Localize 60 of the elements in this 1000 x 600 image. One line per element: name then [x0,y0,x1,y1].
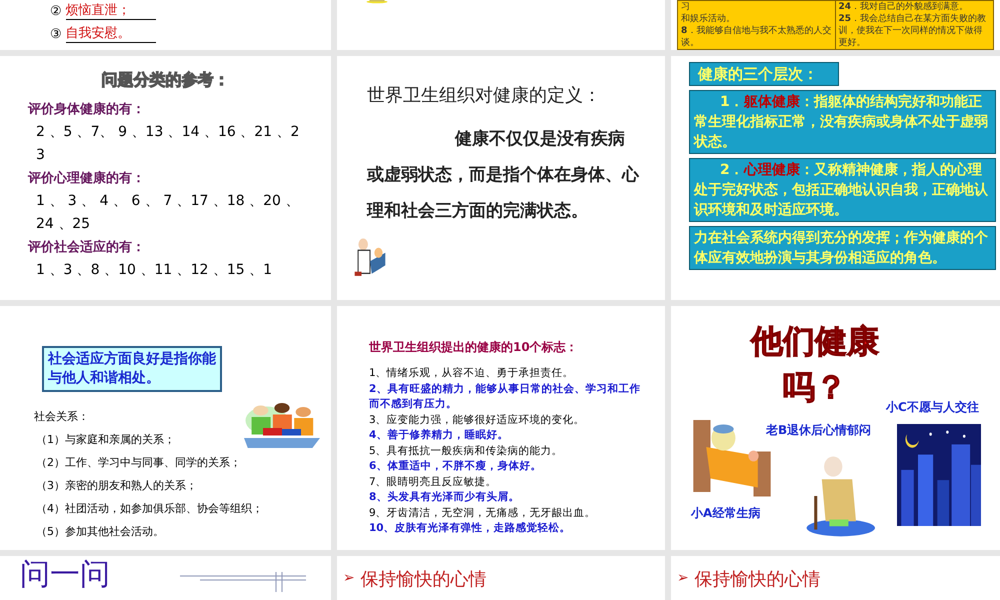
slide-thumbnail[interactable] [337,306,665,550]
sign-item: 8、头发具有光泽而少有头屑。 [369,490,520,505]
slide-title: 世界卫生组织提出的健康的10个标志： [369,339,579,356]
questionnaire-item: 25．我会总结自己在某方面失败的教训，使我在下一次同样的情况下做得更好。 [838,13,988,49]
relation-item: （4）社团活动，如参加俱乐部、协会等组织； [35,501,264,517]
relation-item: （5）参加其他社会活动。 [35,524,165,540]
relations-label: 社会关系： [34,409,90,425]
slide-title: 他们健康吗？ [751,322,879,406]
definition-text: 健康不仅仅是没有疾病或虚弱状态，而是指个体在身体、心理和社会三方面的完满状态。 [367,128,639,223]
slide-thumbnail[interactable]: ➢ 保持愉快的心情 [337,556,665,600]
sign-item: 1、情绪乐观，从容不迫、勇于承担责任。 [369,366,575,381]
picture-caption: 老B退休后心情郁闷 [766,422,872,438]
slide-title: 保持愉快的心情 [360,568,487,592]
sign-item: 6、体重适中，不胖不瘦，身体好。 [369,459,542,474]
list-marker: ③ [50,26,62,44]
slide-title: 健康的三个层次： [689,62,839,86]
list-marker: ② [50,3,62,21]
section-heading: 评价社会适应的有： [28,238,146,257]
slide-thumbnail[interactable]: 问题分类的参考： 评价身体健康的有： 2 、5 、7、 9 、13 、14 、16 、21 、23 评价心理健康的有： 1 、 3 、 4 、 6 、 7 、17 、18 、20 、24 、25 评价社会适应的有： 1 、3 、8 、10 、11 、12 、15 、1 [0,56,331,300]
slide-title: 世界卫生组织对健康的定义： [367,84,602,108]
slide-title: 问一问 [20,558,110,592]
bullet-arrow: ➢ [677,569,689,588]
sign-item: 5、具有抵抗一般疾病和传染病的能力。 [369,444,564,458]
slide-title: 问题分类的参考： [102,69,230,91]
bullet-arrow: ➢ [343,569,355,588]
section-heading: 评价心理健康的有： [28,170,146,188]
callout-box: 社会适应方面良好是指你能与他人和谐相处。 [42,346,222,392]
slide-thumbnail[interactable]: 习 和娱乐活动。 8．我能够自信地与我不太熟悉的人交谈。 24．我对自己的外貌感到满意。 25．我会总结自己在某方面失败的教训，使我在下一次同样的情况下做得更好。 [671,0,1000,50]
slide-title: 保持愉快的心情 [694,568,821,592]
relation-item: （3）亲密的朋友和熟人的关系； [35,478,198,494]
question-numbers: 1 、 3 、 4 、 6 、 7 、17 、18 、20 、24 、25 [35,192,300,234]
question-numbers: 1 、3 、8 、10 、11 、12 、15 、1 [35,261,274,280]
level-text: 力在社会系统内得到充分的发挥；作为健康的个体应有效地扮演与其身份相适应的角色。 [694,228,989,268]
sign-item: 2、具有旺盛的精力，能够从事日常的社会、学习和工作而不感到有压力。 [369,382,642,412]
relation-item: （2）工作、学习中与同事、同学的关系； [35,455,242,471]
answer-text: 自我安慰。 [66,26,156,43]
questionnaire-item: 习 [681,1,691,13]
sign-item: 10、皮肤有光泽有弹性，走路感觉轻松。 [369,521,572,536]
slide-thumbnail[interactable]: ② 烦恼直泄； ③ 自我安慰。 [0,0,331,50]
picture-caption: 小C不愿与人交往 [886,399,979,416]
relation-item: （1）与家庭和亲属的关系； [35,432,176,448]
slide-thumbnail[interactable]: 他们健康吗？ 小C不愿与人交往 老B退休后心情郁闷 小A经常生病 [671,306,1000,550]
sign-item: 4、善于修养精力，睡眠好。 [369,428,510,443]
sign-item: 7、眼睛明亮且反应敏捷。 [369,474,498,490]
slide-thumbnail[interactable] [337,0,665,50]
questionnaire-item: 8．我能够自信地与我不太熟悉的人交谈。 [681,25,832,49]
sign-item: 3、应变能力强，能够很好适应环境的变化。 [369,412,586,428]
questionnaire-item: 和娱乐活动。 [681,13,736,25]
question-numbers: 2 、5 、7、 9 、13 、14 、16 、21 、23 [35,123,300,165]
level-text: 2．心理健康：又称精神健康，指人的心理处于完好状态，包括正确地认识自我，正确地认识环境和及时适应环境。 [694,160,989,220]
slide-thumbnail[interactable]: 社会适应方面良好是指你能与他人和谐相处。 社会关系： （1）与家庭和亲属的关系； （2）工作、学习中与同事、同学的关系； （3）亲密的朋友和熟人的关系； （4）社团活动，如参加俱乐部、协会等组织； （5）参加其他社会活动。 [0,306,331,550]
slide-thumbnail[interactable]: 世界卫生组织对健康的定义： 健康不仅仅是没有疾病或虚弱状态，而是指个体在身体、心理和社会三方面的完满状态。 [337,56,665,300]
picture-caption: 小A经常生病 [691,505,760,522]
questionnaire-item: 24．我对自己的外貌感到满意。 [838,1,970,13]
slide-thumbnail[interactable]: 问一问 [0,556,331,600]
sign-item: 9、牙齿清洁，无空洞，无痛感，无牙龈出血。 [369,506,597,520]
level-text: 1．躯体健康：指躯体的结构完好和功能正常生理化指标正常，没有疾病或身体不处于虚弱状态。 [694,92,989,152]
slide-thumbnail[interactable]: ➢ 保持愉快的心情 [671,556,1000,600]
answer-text: 烦恼直泄； [66,3,156,20]
section-heading: 评价身体健康的有： [28,100,146,119]
